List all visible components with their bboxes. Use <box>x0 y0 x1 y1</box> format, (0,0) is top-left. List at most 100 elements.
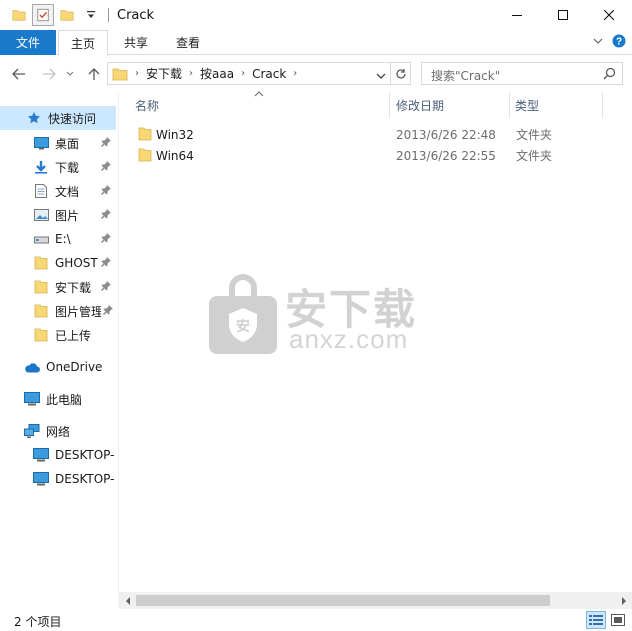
table-row[interactable]: Win64 2013/6/26 22:55 文件夹 <box>136 145 576 166</box>
refresh-icon <box>395 68 406 79</box>
chevron-right-icon[interactable]: › <box>132 68 142 79</box>
file-date: 2013/6/26 22:55 <box>396 148 496 163</box>
chevron-down-icon <box>66 71 74 76</box>
folder-icon <box>138 127 152 144</box>
pin-icon[interactable] <box>103 304 113 318</box>
help-icon: ? <box>612 34 626 48</box>
quick-access-toolbar: Crack <box>0 0 154 30</box>
status-bar: 2 个项目 <box>0 609 632 631</box>
folder-icon <box>33 327 49 343</box>
chevron-right-icon[interactable]: › <box>186 68 196 79</box>
sidebar-item-anxz[interactable]: 安下载 <box>0 275 116 299</box>
search-input[interactable]: 搜索"Crack" <box>421 62 623 85</box>
sidebar-item-onedrive[interactable]: OneDrive <box>0 355 116 379</box>
sidebar-item-quick-access[interactable]: 快速访问 <box>0 106 116 130</box>
sidebar-item-label: 安下载 <box>55 280 92 295</box>
sidebar-item-desktop[interactable]: 桌面 <box>0 131 116 155</box>
chevron-left-icon <box>125 596 130 605</box>
sidebar-item-uploaded[interactable]: 已上传 <box>0 323 116 347</box>
sidebar-item-downloads[interactable]: 下载 <box>0 155 116 179</box>
pin-icon[interactable] <box>101 184 111 198</box>
column-header-date[interactable]: 修改日期 <box>396 92 506 118</box>
item-count: 2 个项目 <box>14 615 62 629</box>
forward-button[interactable] <box>40 65 58 83</box>
sidebar-item-pictures[interactable]: 图片 <box>0 203 116 227</box>
svg-text:安: 安 <box>236 318 250 335</box>
scroll-left-button[interactable] <box>119 592 136 609</box>
details-view-button[interactable] <box>586 611 606 629</box>
column-header-type[interactable]: 类型 <box>515 92 595 118</box>
search-icon[interactable] <box>603 67 616 83</box>
sidebar-item-label: 文档 <box>55 184 80 199</box>
properties-icon[interactable] <box>32 4 54 26</box>
pin-icon[interactable] <box>101 256 111 270</box>
folder-icon <box>33 279 49 295</box>
computer-icon <box>33 447 49 463</box>
back-button[interactable] <box>10 65 28 83</box>
tab-home[interactable]: 主页 <box>58 30 108 56</box>
file-date: 2013/6/26 22:48 <box>396 127 496 142</box>
chevron-right-icon[interactable]: › <box>290 68 300 79</box>
close-button[interactable] <box>586 0 632 30</box>
customize-toolbar-icon[interactable] <box>80 4 102 26</box>
address-bar[interactable]: › 安下载 › 按aaa › Crack › <box>107 62 391 85</box>
recent-locations-button[interactable] <box>64 65 76 83</box>
document-icon <box>33 183 49 199</box>
column-divider[interactable] <box>509 92 510 118</box>
up-button[interactable] <box>85 65 103 83</box>
sidebar-item-label: 网络 <box>46 424 71 439</box>
large-icons-view-icon <box>611 614 625 626</box>
chevron-right-icon[interactable]: › <box>238 68 248 79</box>
expand-ribbon-button[interactable] <box>592 35 604 50</box>
table-row[interactable]: Win32 2013/6/26 22:48 文件夹 <box>136 124 576 145</box>
large-icons-view-button[interactable] <box>608 611 628 629</box>
sidebar-item-ghost[interactable]: GHOST <box>0 251 116 275</box>
sidebar-item-desktop-pc-1[interactable]: DESKTOP- <box>0 443 116 467</box>
tab-file[interactable]: 文件 <box>0 30 56 55</box>
search-placeholder: 搜索"Crack" <box>431 69 501 83</box>
horizontal-scrollbar[interactable] <box>119 592 632 609</box>
sidebar-item-this-pc[interactable]: 此电脑 <box>0 387 116 411</box>
column-divider[interactable] <box>389 92 390 118</box>
sidebar-item-picture-manager[interactable]: 图片管理 <box>0 299 118 323</box>
scrollbar-thumb[interactable] <box>136 595 550 606</box>
chevron-down-icon <box>593 38 603 44</box>
breadcrumb-item[interactable]: 安下载 <box>142 65 186 82</box>
address-dropdown-button[interactable] <box>376 69 386 83</box>
breadcrumb-item[interactable]: Crack <box>248 67 290 81</box>
sidebar-item-desktop-pc-2[interactable]: DESKTOP- <box>0 467 116 491</box>
help-button[interactable]: ? <box>612 34 626 51</box>
sidebar-item-label: 图片管理 <box>55 304 101 319</box>
column-divider[interactable] <box>602 92 603 118</box>
file-name: Win32 <box>156 127 194 142</box>
breadcrumb-item[interactable]: 按aaa <box>196 65 238 82</box>
file-type: 文件夹 <box>516 149 553 163</box>
sidebar-item-label: GHOST <box>55 256 98 270</box>
refresh-button[interactable] <box>391 62 411 85</box>
pin-icon[interactable] <box>101 208 111 222</box>
column-header-name[interactable]: 名称 <box>135 92 385 118</box>
star-icon <box>26 110 42 126</box>
pin-icon[interactable] <box>101 232 111 246</box>
sidebar-item-label: DESKTOP- <box>55 448 115 462</box>
pin-icon[interactable] <box>101 136 111 150</box>
new-folder-icon[interactable] <box>56 4 78 26</box>
pin-icon[interactable] <box>101 280 111 294</box>
sidebar-item-label: 下载 <box>55 160 80 175</box>
ribbon-controls: ? <box>592 34 626 51</box>
tab-share[interactable]: 共享 <box>112 30 160 55</box>
arrow-up-icon <box>88 68 100 80</box>
folder-icon <box>33 303 49 319</box>
folder-icon[interactable] <box>8 4 30 26</box>
sidebar-item-network[interactable]: 网络 <box>0 419 116 443</box>
sidebar-item-drive-e[interactable]: E:\ <box>0 227 116 251</box>
scroll-right-button[interactable] <box>615 592 632 609</box>
minimize-button[interactable] <box>494 0 540 30</box>
maximize-button[interactable] <box>540 0 586 30</box>
sidebar-item-documents[interactable]: 文档 <box>0 179 116 203</box>
arrow-right-icon <box>43 68 56 80</box>
pin-icon[interactable] <box>101 160 111 174</box>
file-type: 文件夹 <box>516 128 553 142</box>
view-switcher <box>586 611 628 629</box>
tab-view[interactable]: 查看 <box>164 30 212 55</box>
